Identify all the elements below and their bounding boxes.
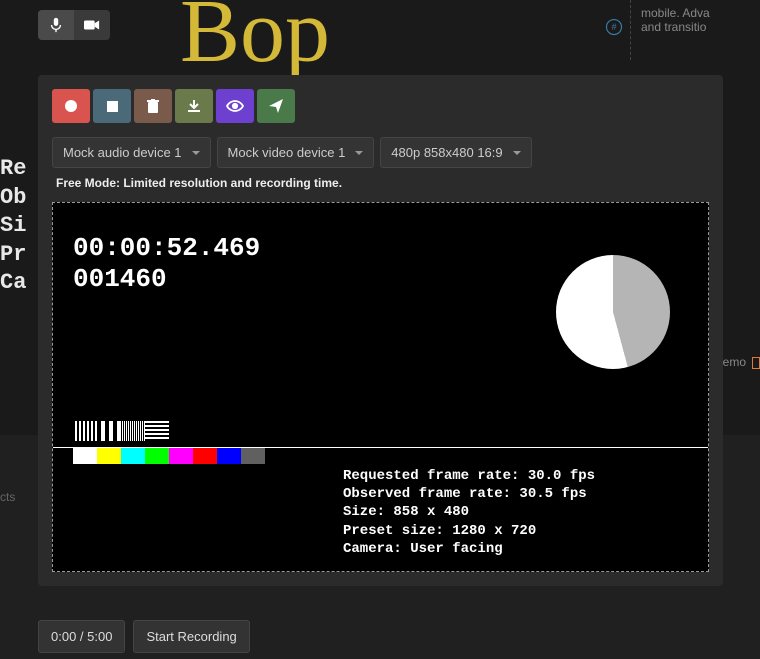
background-topright: # mobile. Adva and transitio [630, 0, 760, 60]
toolbar [52, 89, 709, 123]
timecode-display: 00:00:52.469 001460 [73, 233, 260, 295]
frame-count-value: 001460 [73, 264, 260, 295]
stat-requested-fps: Requested frame rate: 30.0 fps [343, 467, 595, 485]
svg-text:#: # [611, 22, 616, 32]
microphone-icon [49, 17, 63, 33]
send-button[interactable] [257, 89, 295, 123]
stop-button[interactable] [93, 89, 131, 123]
audio-device-dropdown[interactable]: Mock audio device 1 [52, 137, 211, 168]
background-cts-label: cts [0, 490, 15, 504]
start-recording-button[interactable]: Start Recording [133, 620, 249, 653]
stat-camera: Camera: User facing [343, 540, 595, 558]
resolution-dropdown[interactable]: 480p 858x480 16:9 [380, 137, 531, 168]
stat-size: Size: 858 x 480 [343, 503, 595, 521]
camera-toggle[interactable] [74, 10, 110, 40]
pie-indicator [556, 255, 670, 369]
background-logo: Bop [180, 0, 330, 83]
view-button[interactable] [216, 89, 254, 123]
free-mode-notice: Free Mode: Limited resolution and record… [52, 176, 709, 190]
video-camera-icon [84, 19, 100, 31]
stat-observed-fps: Observed frame rate: 30.5 fps [343, 485, 595, 503]
paper-plane-icon [269, 99, 283, 113]
timecode-value: 00:00:52.469 [73, 233, 260, 264]
video-preview: 00:00:52.469 001460 Requested frame rate… [52, 202, 709, 572]
video-device-dropdown[interactable]: Mock video device 1 [217, 137, 375, 168]
record-icon [65, 100, 77, 112]
stat-preset-size: Preset size: 1280 x 720 [343, 522, 595, 540]
background-sidebar: Re Ob Si Pr Ca [0, 155, 26, 298]
delete-button[interactable] [134, 89, 172, 123]
download-icon [187, 99, 201, 113]
trash-icon [147, 99, 159, 113]
microphone-toggle[interactable] [38, 10, 74, 40]
color-bars [73, 448, 289, 464]
preview-stats: Requested frame rate: 30.0 fps Observed … [343, 467, 595, 558]
bottom-controls: 0:00 / 5:00 Start Recording [38, 620, 250, 653]
time-display: 0:00 / 5:00 [38, 620, 125, 653]
recorder-panel: Mock audio device 1 Mock video device 1 … [38, 75, 723, 586]
download-button[interactable] [175, 89, 213, 123]
record-button[interactable] [52, 89, 90, 123]
input-toggle-group [38, 10, 110, 40]
eye-icon [226, 100, 244, 112]
calibration-strips [73, 421, 169, 441]
stop-icon [107, 101, 118, 112]
device-dropdown-row: Mock audio device 1 Mock video device 1 … [52, 137, 709, 168]
